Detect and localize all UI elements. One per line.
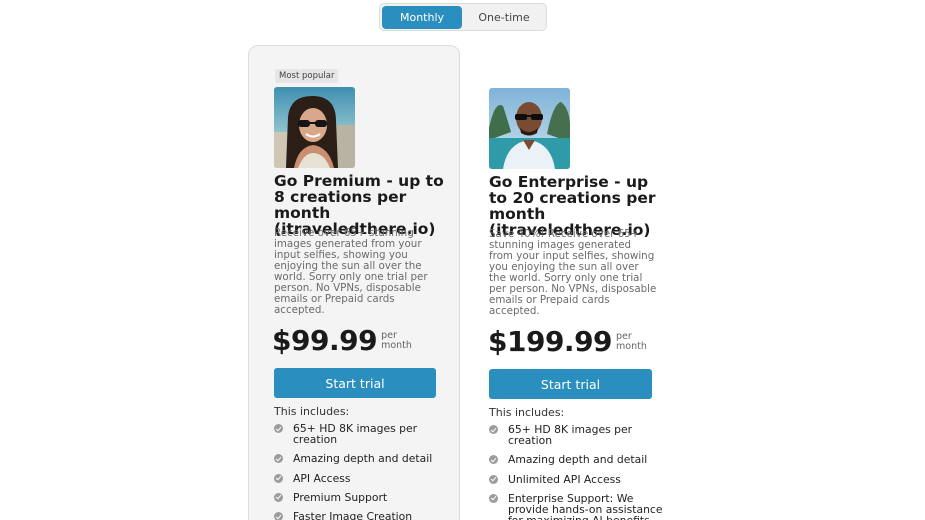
- feature-item: Amazing depth and detail: [489, 454, 669, 465]
- includes-heading: This includes:: [274, 405, 350, 418]
- feature-item: Premium Support: [274, 492, 454, 503]
- check-icon: [489, 425, 498, 434]
- includes-heading: This includes:: [489, 406, 565, 419]
- price-period: per month: [616, 330, 647, 352]
- monthly-toggle-button[interactable]: Monthly: [382, 6, 462, 29]
- check-icon: [274, 454, 283, 464]
- plan-price: $99.99 per month: [272, 324, 412, 357]
- most-popular-badge: Most popular: [275, 69, 339, 83]
- start-trial-button[interactable]: Start trial: [489, 369, 652, 399]
- feature-text: Unlimited API Access: [508, 472, 621, 486]
- feature-list: 65+ HD 8K images per creation Amazing de…: [274, 423, 454, 520]
- check-icon: [489, 474, 498, 484]
- feature-list: 65+ HD 8K images per creation Amazing de…: [489, 424, 669, 520]
- feature-item: Amazing depth and detail: [274, 453, 454, 464]
- feature-item: Faster Image Creation: [274, 511, 454, 520]
- plan-card-premium: Most popular Go Premium - up to 8 creati: [248, 45, 460, 520]
- feature-item: Unlimited API Access: [489, 474, 669, 485]
- feature-text: Enterprise Support: We provide hands-on …: [508, 491, 663, 520]
- feature-item: 65+ HD 8K images per creation: [489, 424, 669, 446]
- check-icon: [274, 512, 283, 520]
- start-trial-button[interactable]: Start trial: [274, 368, 436, 398]
- check-icon: [274, 424, 283, 433]
- check-icon: [489, 493, 498, 503]
- price-amount: $99.99: [272, 324, 378, 357]
- one-time-toggle-button[interactable]: One-time: [464, 6, 544, 29]
- plan-price: $199.99 per month: [488, 325, 647, 358]
- feature-item: API Access: [274, 473, 454, 484]
- plan-photo-man: [489, 88, 570, 169]
- feature-item: Enterprise Support: We provide hands-on …: [489, 493, 669, 520]
- price-amount: $199.99: [488, 325, 613, 358]
- billing-toggle: Monthly One-time: [379, 3, 547, 31]
- plan-card-enterprise: Go Enterprise - up to 20 creations per m…: [476, 45, 666, 520]
- check-icon: [489, 455, 498, 465]
- plan-description: Save 40%! Receive over 65+ stunning imag…: [489, 228, 657, 317]
- plan-description: Receive over 65+ stunning images generat…: [274, 227, 428, 316]
- feature-item: 65+ HD 8K images per creation: [274, 423, 454, 445]
- feature-text: Faster Image Creation: [293, 510, 413, 520]
- feature-text: 65+ HD 8K images per creation: [293, 422, 418, 446]
- feature-text: Amazing depth and detail: [508, 453, 648, 467]
- price-period: per month: [381, 329, 412, 351]
- check-icon: [274, 473, 283, 483]
- feature-text: 65+ HD 8K images per creation: [508, 423, 633, 447]
- plan-photo-woman: [274, 87, 355, 168]
- feature-text: Premium Support: [293, 490, 388, 504]
- check-icon: [274, 492, 283, 502]
- feature-text: API Access: [293, 471, 351, 485]
- feature-text: Amazing depth and detail: [293, 452, 433, 466]
